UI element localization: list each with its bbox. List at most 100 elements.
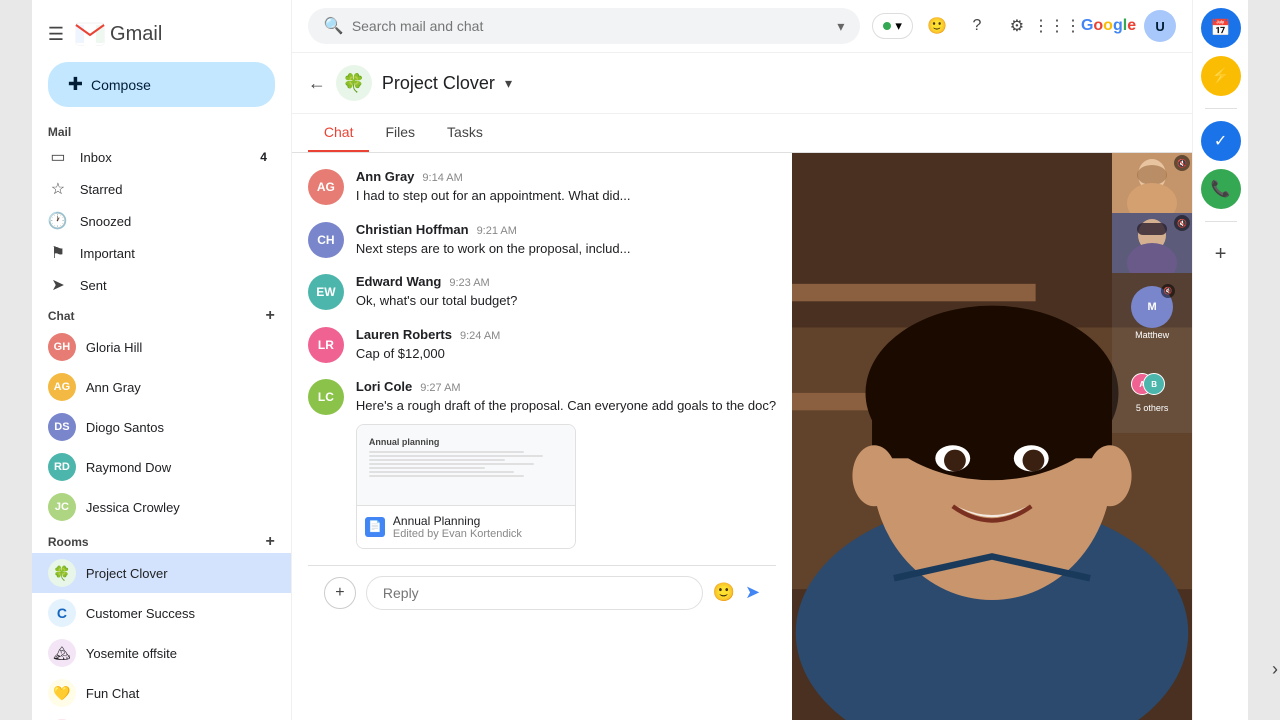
right-sidebar-divider bbox=[1205, 221, 1237, 222]
settings-button[interactable]: ⚙ bbox=[1001, 10, 1033, 42]
expand-icon[interactable]: › bbox=[1272, 659, 1278, 680]
tasks-icon[interactable]: ⚡ bbox=[1201, 56, 1241, 96]
video-thumbnail[interactable]: 🔇 bbox=[1112, 153, 1192, 213]
chat-person-name: Jessica Crowley bbox=[86, 500, 180, 515]
others-avatars: A B bbox=[1131, 373, 1173, 401]
avatar: LR bbox=[308, 327, 344, 363]
emoji-picker-button[interactable]: 🙂 bbox=[713, 582, 735, 603]
tab-files[interactable]: Files bbox=[369, 114, 431, 152]
status-dot bbox=[883, 22, 891, 30]
message-content: Christian Hoffman 9:21 AM Next steps are… bbox=[356, 222, 776, 259]
message-text: Cap of $12,000 bbox=[356, 344, 776, 364]
chat-tabs: Chat Files Tasks bbox=[292, 114, 1192, 153]
chat-item[interactable]: GH Gloria Hill bbox=[32, 327, 291, 367]
avatar: AG bbox=[308, 169, 344, 205]
main-area: 🔍 ▾ ▾ 🙂 ? ⚙ ⋮⋮⋮ Google U bbox=[292, 0, 1192, 720]
room-dropdown-icon[interactable]: ▾ bbox=[505, 75, 512, 92]
add-room-icon[interactable]: + bbox=[266, 533, 275, 551]
hamburger-icon[interactable]: ☰ bbox=[48, 24, 64, 45]
chat-person-name: Diogo Santos bbox=[86, 420, 164, 435]
snoozed-label: Snoozed bbox=[80, 214, 131, 229]
check-icon[interactable]: ✓ bbox=[1201, 121, 1241, 161]
message-header: Lauren Roberts 9:24 AM bbox=[356, 327, 776, 342]
message-text: I had to step out for an appointment. Wh… bbox=[356, 186, 776, 206]
profile-avatar[interactable]: U bbox=[1144, 10, 1176, 42]
message-content: Ann Gray 9:14 AM I had to step out for a… bbox=[356, 169, 776, 206]
nav-item-inbox[interactable]: ▭ Inbox 4 bbox=[32, 141, 283, 173]
mail-section-label: Mail bbox=[32, 119, 291, 141]
room-name: Project Clover bbox=[86, 566, 168, 581]
sidebar: ☰ Gmail ✚ Compose Mail bbox=[32, 0, 292, 720]
message-sender: Edward Wang bbox=[356, 274, 441, 289]
avatar: JC bbox=[48, 493, 76, 521]
room-name: Yosemite offsite bbox=[86, 646, 177, 661]
reply-input[interactable] bbox=[366, 576, 703, 610]
nav-item-starred[interactable]: ☆ Starred bbox=[32, 173, 283, 205]
google-logo: Google bbox=[1081, 17, 1136, 35]
message-sender: Lauren Roberts bbox=[356, 327, 452, 342]
message-header: Ann Gray 9:14 AM bbox=[356, 169, 776, 184]
add-chat-icon[interactable]: + bbox=[266, 307, 275, 325]
send-button[interactable]: ➤ bbox=[745, 582, 760, 603]
message-content: Edward Wang 9:23 AM Ok, what's our total… bbox=[356, 274, 776, 311]
video-participant-row: M 🔇 Matthew bbox=[1112, 273, 1192, 353]
others-label: 5 others bbox=[1136, 403, 1169, 413]
chat-item[interactable]: RD Raymond Dow bbox=[32, 447, 291, 487]
search-dropdown-icon[interactable]: ▾ bbox=[837, 18, 844, 35]
video-thumbnail[interactable]: 🔇 bbox=[1112, 213, 1192, 273]
message-sender: Lori Cole bbox=[356, 379, 412, 394]
room-header-icon: 🍀 bbox=[336, 65, 372, 101]
room-header-name: Project Clover bbox=[382, 73, 495, 94]
doc-preview-title: Annual planning bbox=[369, 437, 563, 447]
doc-preview: Annual planning bbox=[357, 425, 575, 505]
message-time: 9:27 AM bbox=[420, 382, 460, 394]
message-content: Lauren Roberts 9:24 AM Cap of $12,000 bbox=[356, 327, 776, 364]
doc-preview-lines bbox=[369, 451, 563, 477]
message-row: LC Lori Cole 9:27 AM Here's a rough draf… bbox=[308, 379, 776, 549]
message-sender: Christian Hoffman bbox=[356, 222, 469, 237]
chat-item[interactable]: DS Diogo Santos bbox=[32, 407, 291, 447]
search-input[interactable] bbox=[352, 18, 830, 34]
nav-item-important[interactable]: ⚑ Important bbox=[32, 237, 283, 269]
doc-icon: 📄 bbox=[365, 517, 385, 537]
chat-item[interactable]: AG Ann Gray bbox=[32, 367, 291, 407]
chat-item[interactable]: JC Jessica Crowley bbox=[32, 487, 291, 527]
message-row: CH Christian Hoffman 9:21 AM Next steps … bbox=[308, 222, 776, 259]
phone-icon[interactable]: 📞 bbox=[1201, 169, 1241, 209]
avatar: RD bbox=[48, 453, 76, 481]
emoji-button[interactable]: 🙂 bbox=[921, 10, 953, 42]
tab-chat[interactable]: Chat bbox=[308, 114, 370, 152]
room-item-yosemite[interactable]: 🏔 Yosemite offsite bbox=[32, 633, 291, 673]
video-panel: 🔇 🔇 bbox=[792, 153, 1192, 720]
top-actions: ▾ 🙂 ? ⚙ ⋮⋮⋮ Google U bbox=[872, 10, 1176, 42]
messages-panel: AG Ann Gray 9:14 AM I had to step out fo… bbox=[292, 153, 792, 720]
nav-item-sent[interactable]: ➤ Sent bbox=[32, 269, 283, 301]
document-attachment[interactable]: Annual planning bbox=[356, 424, 576, 549]
apps-button[interactable]: ⋮⋮⋮ bbox=[1041, 10, 1073, 42]
gmail-logo: Gmail bbox=[74, 18, 162, 50]
doc-footer: 📄 Annual Planning Edited by Evan Kortend… bbox=[357, 505, 575, 548]
message-header: Lori Cole 9:27 AM bbox=[356, 379, 776, 394]
calendar-icon[interactable]: 📅 bbox=[1201, 8, 1241, 48]
room-icon-yosemite: 🏔 bbox=[48, 639, 76, 667]
room-name: Fun Chat bbox=[86, 686, 139, 701]
doc-subtitle: Edited by Evan Kortendick bbox=[393, 528, 522, 540]
back-button[interactable]: ← bbox=[308, 73, 326, 94]
nav-item-snoozed[interactable]: 🕐 Snoozed bbox=[32, 205, 283, 237]
tab-tasks[interactable]: Tasks bbox=[431, 114, 499, 152]
content-area: AG Ann Gray 9:14 AM I had to step out fo… bbox=[292, 153, 1192, 720]
add-attachment-button[interactable]: + bbox=[324, 577, 356, 609]
room-item-skylight[interactable]: P Project Skylight bbox=[32, 713, 291, 720]
room-item-project-clover[interactable]: 🍀 Project Clover bbox=[32, 553, 291, 593]
help-button[interactable]: ? bbox=[961, 10, 993, 42]
compose-button[interactable]: ✚ Compose bbox=[48, 62, 275, 107]
message-time: 9:24 AM bbox=[460, 330, 500, 342]
others-participants[interactable]: A B 5 others bbox=[1112, 353, 1192, 433]
status-button[interactable]: ▾ bbox=[872, 13, 913, 39]
room-item-fun-chat[interactable]: 💛 Fun Chat bbox=[32, 673, 291, 713]
room-icon-clover: 🍀 bbox=[48, 559, 76, 587]
add-app-icon[interactable]: + bbox=[1201, 234, 1241, 274]
sent-icon: ➤ bbox=[48, 275, 68, 295]
inbox-badge: 4 bbox=[260, 150, 267, 164]
room-item-customer-success[interactable]: C Customer Success bbox=[32, 593, 291, 633]
